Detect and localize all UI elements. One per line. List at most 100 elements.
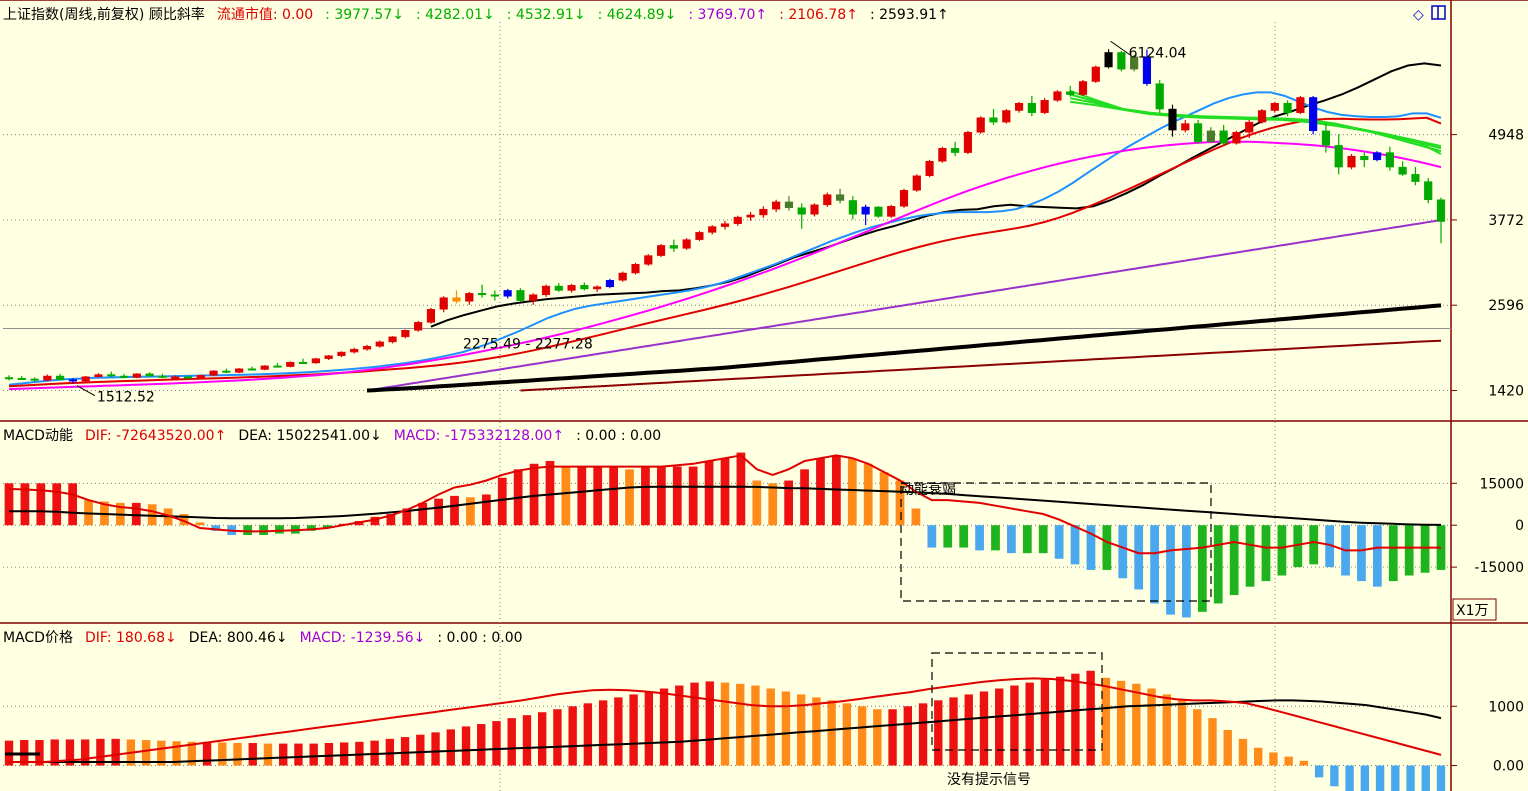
panel2-tick-label-1: 0.00 [1493, 759, 1524, 775]
candle-body-34 [439, 297, 448, 310]
panel1-bar-16 [259, 525, 268, 535]
candle-body-65 [835, 194, 845, 201]
candle-body-69 [887, 206, 896, 217]
candle-body-47 [605, 280, 615, 288]
candle-body-54 [695, 232, 704, 240]
panel0-title-part-8: : 2593.91↑ [870, 7, 949, 23]
panel2-bar-55 [842, 703, 852, 766]
candle-body-67 [861, 206, 870, 215]
candle-body-21 [273, 365, 282, 368]
panel2-bar-84 [1284, 756, 1293, 766]
candle-body-106 [1360, 155, 1369, 161]
panel2-bar-28 [431, 732, 440, 766]
candle-body-45 [580, 285, 589, 290]
candle-body-11 [145, 373, 154, 377]
panel1-bar-31 [497, 477, 507, 526]
candle-body-110 [1411, 174, 1420, 182]
candle-body-81 [1040, 100, 1049, 113]
panel2-bar-26 [400, 737, 410, 766]
candle-body-46 [593, 286, 602, 290]
panel2-bar-29 [446, 729, 455, 766]
panel2-bar-31 [477, 724, 486, 766]
panel2-bar-19 [294, 743, 303, 766]
ma-line-6 [520, 339, 1442, 392]
panel2-bar-72 [1101, 677, 1111, 766]
panel2-bar-78 [1193, 709, 1202, 766]
candle-body-96 [1232, 132, 1241, 144]
panel2-bar-33 [507, 718, 516, 766]
candle-body-64 [823, 194, 832, 206]
panel1-bar-57 [911, 508, 921, 526]
panel1-title-part-2: DEA: 15022541.00↓ [238, 428, 381, 444]
panel1-bar-76 [1213, 525, 1223, 604]
panel1-bar-70 [1118, 525, 1128, 579]
panel2-bar-13 [202, 741, 212, 766]
panel0-tick-label-1: 3772 [1488, 213, 1524, 229]
candle-body-99 [1270, 103, 1279, 111]
candle-body-42 [541, 285, 551, 296]
candle-body-86 [1104, 52, 1113, 68]
panel2-bar-79 [1208, 718, 1217, 766]
panel2-bar-20 [309, 743, 318, 766]
panel2-bar-51 [781, 691, 791, 766]
panel2-bar-41 [629, 694, 638, 766]
candle-body-101 [1296, 97, 1305, 113]
panel2-bar-87 [1330, 765, 1339, 787]
panel1-tick-label-0: 15000 [1479, 476, 1524, 492]
candle-body-15 [196, 375, 205, 379]
chart-canvas: 上证指数(周线,前复权) 顾比斜率 流通市值: 0.00: 3977.57↓: 4… [0, 0, 1528, 791]
panel1-bar-33 [529, 463, 539, 526]
panel1-bar-60 [959, 525, 969, 548]
panel1-bar-36 [577, 466, 587, 526]
candle-body-75 [963, 132, 973, 153]
panel2-bar-43 [659, 688, 669, 766]
candle-body-12 [158, 375, 167, 378]
candle-body-78 [1002, 110, 1011, 123]
candle-body-109 [1398, 166, 1407, 175]
candle-body-25 [324, 355, 333, 359]
candle-body-84 [1078, 81, 1088, 95]
panel1-tick-label-1: 0 [1515, 518, 1524, 534]
candle-body-20 [260, 365, 269, 370]
panel1-bar-87 [1388, 525, 1398, 582]
candle-body-0 [4, 377, 14, 380]
panel1-bar-66 [1054, 525, 1064, 559]
panel2-bar-66 [1010, 685, 1019, 766]
candle-body-10 [132, 373, 141, 378]
candle-body-38 [490, 294, 499, 297]
candle-body-7 [94, 374, 103, 377]
panel2-tick-label-0: 1000 [1488, 699, 1524, 715]
panel1-bar-41 [656, 466, 666, 526]
panel1-bar-80 [1277, 525, 1287, 576]
panel2-bar-18 [279, 743, 288, 766]
panel2-bar-59 [903, 706, 912, 766]
panel0-tick-label-0: 4948 [1488, 128, 1524, 144]
panel1-bar-61 [975, 525, 984, 551]
diamond-icon: ◇ [1413, 7, 1424, 23]
panel1-bar-59 [943, 525, 953, 548]
candle-body-111 [1424, 181, 1433, 200]
candle-body-26 [337, 351, 346, 356]
panel2-bar-61 [934, 700, 943, 766]
panel2-bar-14 [218, 742, 227, 766]
panel2-bar-85 [1299, 760, 1309, 766]
candle-body-97 [1245, 121, 1254, 133]
panel2-bar-39 [598, 700, 608, 766]
panel1-bar-64 [1022, 525, 1032, 554]
panel0-title-part-0: 上证指数(周线,前复权) 顾比斜率 [3, 6, 205, 23]
panel2-bar-86 [1314, 765, 1324, 778]
candle-body-103 [1321, 130, 1331, 146]
candle-body-94 [1206, 130, 1215, 142]
panel2-title-part-4: : 0.00 : 0.00 [437, 630, 522, 646]
panel2-bar-90 [1375, 765, 1385, 791]
panel2-bar-36 [553, 709, 562, 766]
gmma-line-2 [1070, 97, 1442, 148]
candle-body-41 [529, 294, 538, 301]
panel2-bar-89 [1360, 765, 1370, 791]
panel1-bar-42 [672, 466, 682, 526]
panel2-bar-70 [1071, 673, 1080, 766]
candle-body-57 [733, 216, 742, 224]
candle-body-61 [784, 201, 794, 208]
panel2-bar-93 [1421, 765, 1430, 791]
candle-body-95 [1219, 130, 1228, 144]
